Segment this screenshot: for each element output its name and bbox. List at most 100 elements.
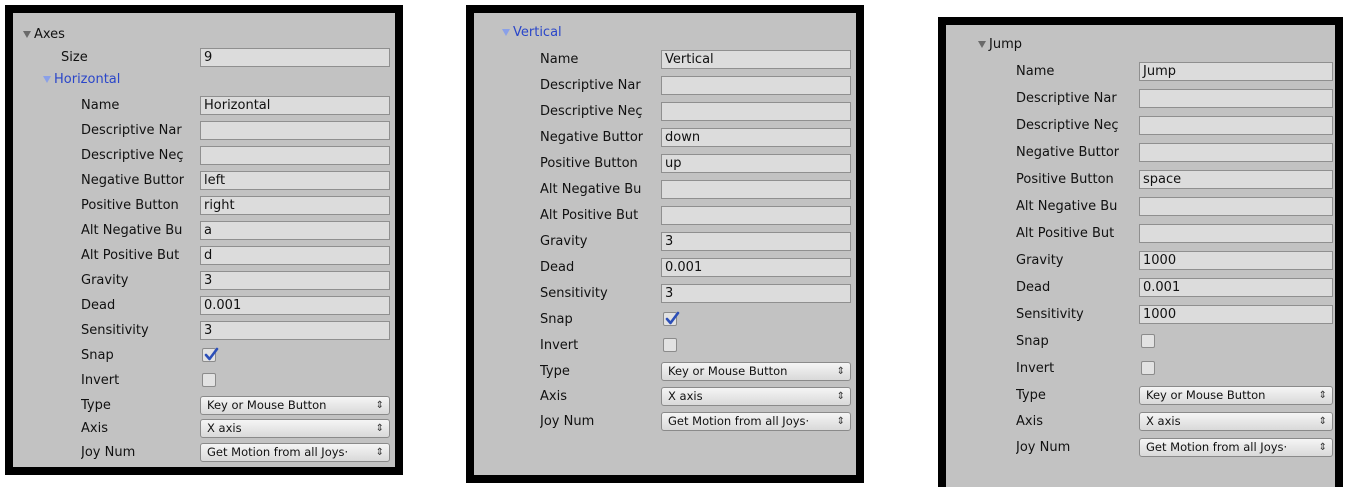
updown-arrows-icon: ⇕ [836,366,845,377]
updown-arrows-icon: ⇕ [836,391,845,402]
joy-num-dropdown[interactable]: Get Motion from all Joys· ⇕ [661,412,851,431]
gravity-label: Gravity [540,233,588,249]
descriptive-name-field[interactable] [200,121,390,140]
size-field[interactable]: 9 [200,48,390,67]
updown-arrows-icon: ⇕ [375,423,384,434]
negative-button-field[interactable]: left [200,171,390,190]
snap-checkbox[interactable] [202,347,219,362]
axis-label: Axis [81,420,108,436]
joy-num-dropdown[interactable]: Get Motion from all Joys· ⇕ [200,443,390,462]
sensitivity-field[interactable]: 3 [200,321,390,340]
updown-arrows-icon: ⇕ [375,400,384,411]
invert-checkbox[interactable] [1141,361,1155,375]
positive-button-label: Positive Button [1016,171,1114,187]
invert-checkbox[interactable] [663,338,677,352]
jump-foldout[interactable]: Jump [978,37,1022,52]
dead-field[interactable]: 0.001 [200,296,390,315]
negative-button-field[interactable] [1139,143,1333,162]
alt-positive-button-label: Alt Positive But [540,207,639,223]
alt-negative-button-field[interactable] [1139,197,1333,216]
name-field[interactable]: Horizontal [200,96,390,115]
axis-dropdown-value: X axis [1146,414,1181,428]
descriptive-name-label: Descriptive Nar [81,122,182,138]
descriptive-negative-name-field[interactable] [661,102,851,121]
descriptive-negative-name-field[interactable] [200,146,390,165]
alt-negative-button-field[interactable]: a [200,221,390,240]
triangle-down-icon [23,30,31,38]
sensitivity-label: Sensitivity [81,322,149,338]
descriptive-name-field[interactable] [1139,89,1333,108]
name-label: Name [1016,63,1055,79]
sensitivity-field[interactable]: 3 [661,284,851,303]
snap-checkbox[interactable] [663,311,680,326]
updown-arrows-icon: ⇕ [1318,442,1327,453]
horizontal-foldout[interactable]: Horizontal [43,72,120,87]
alt-negative-button-label: Alt Negative Bu [81,222,183,238]
name-field[interactable]: Jump [1139,62,1333,81]
axes-foldout[interactable]: Axes [23,27,65,42]
axes-panel-vertical: Vertical Name Vertical Descriptive Nar D… [466,5,864,483]
axis-label: Axis [1016,413,1043,429]
dead-field[interactable]: 0.001 [1139,278,1333,297]
dead-label: Dead [540,259,575,275]
name-field[interactable]: Vertical [661,50,851,69]
negative-button-label: Negative Buttor [540,129,644,145]
sensitivity-field[interactable]: 1000 [1139,305,1333,324]
descriptive-name-label: Descriptive Nar [1016,90,1117,106]
invert-label: Invert [540,337,579,353]
name-label: Name [540,51,579,67]
joy-num-dropdown[interactable]: Get Motion from all Joys· ⇕ [1139,438,1333,457]
snap-checkbox[interactable] [1141,334,1155,348]
positive-button-field[interactable]: up [661,154,851,173]
type-label: Type [1016,387,1046,403]
axis-dropdown[interactable]: X axis ⇕ [1139,412,1333,431]
positive-button-label: Positive Button [81,197,179,213]
triangle-down-icon [502,28,510,36]
updown-arrows-icon: ⇕ [836,416,845,427]
alt-positive-button-field[interactable] [661,206,851,225]
vertical-foldout[interactable]: Vertical [502,25,562,40]
triangle-down-icon [43,75,51,83]
alt-positive-button-field[interactable] [1139,224,1333,243]
joy-num-dropdown-value: Get Motion from all Joys· [668,414,810,428]
updown-arrows-icon: ⇕ [1318,390,1327,401]
updown-arrows-icon: ⇕ [375,447,384,458]
gravity-field[interactable]: 1000 [1139,251,1333,270]
alt-negative-button-field[interactable] [661,180,851,199]
axes-panel-jump: Jump Name Jump Descriptive Nar Descripti… [938,17,1343,487]
type-dropdown[interactable]: Key or Mouse Button ⇕ [661,362,851,381]
dead-field[interactable]: 0.001 [661,258,851,277]
inspector-body: Jump Name Jump Descriptive Nar Descripti… [946,25,1335,487]
positive-button-field[interactable]: space [1139,170,1333,189]
descriptive-negative-name-field[interactable] [1139,116,1333,135]
type-label: Type [540,363,570,379]
axis-dropdown[interactable]: X axis ⇕ [200,419,390,438]
descriptive-negative-name-label: Descriptive Neç [540,103,643,119]
invert-checkbox[interactable] [202,373,216,387]
gravity-field[interactable]: 3 [200,271,390,290]
type-dropdown-value: Key or Mouse Button [207,398,327,412]
joy-num-label: Joy Num [1016,439,1071,455]
name-label: Name [81,97,120,113]
type-dropdown[interactable]: Key or Mouse Button ⇕ [200,396,390,415]
gravity-field[interactable]: 3 [661,232,851,251]
alt-positive-button-field[interactable]: d [200,246,390,265]
axis-dropdown[interactable]: X axis ⇕ [661,387,851,406]
type-label: Type [81,397,111,413]
invert-label: Invert [81,372,120,388]
joy-num-label: Joy Num [81,444,136,460]
descriptive-name-field[interactable] [661,76,851,95]
positive-button-field[interactable]: right [200,196,390,215]
gravity-label: Gravity [81,272,129,288]
checkmark-icon [665,311,680,325]
gravity-label: Gravity [1016,252,1064,268]
type-dropdown[interactable]: Key or Mouse Button ⇕ [1139,386,1333,405]
negative-button-label: Negative Buttor [1016,144,1120,160]
snap-label: Snap [540,311,573,327]
alt-negative-button-label: Alt Negative Bu [540,181,642,197]
negative-button-field[interactable]: down [661,128,851,147]
updown-arrows-icon: ⇕ [1318,416,1327,427]
joy-num-dropdown-value: Get Motion from all Joys· [1146,440,1288,454]
snap-label: Snap [1016,333,1049,349]
axis-label: Axis [540,388,567,404]
